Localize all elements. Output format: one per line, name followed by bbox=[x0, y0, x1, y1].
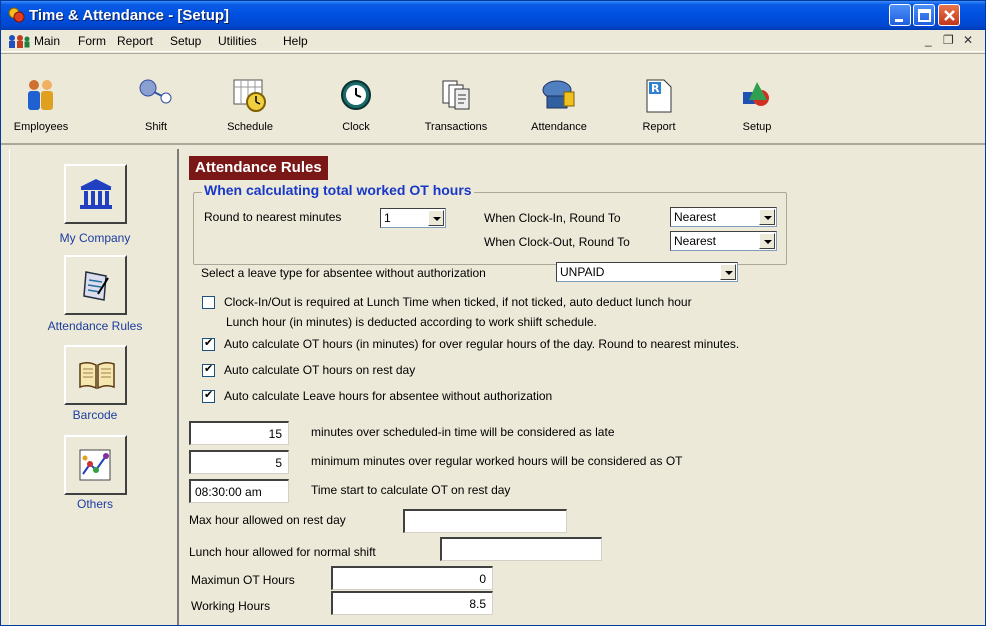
sidebar-barcode-button[interactable] bbox=[64, 345, 127, 405]
max-rest-day-input[interactable] bbox=[403, 509, 567, 533]
max-ot-hours-input[interactable]: 0 bbox=[331, 566, 493, 590]
toolbar-transactions-button[interactable]: Transactions bbox=[416, 54, 496, 142]
toolbar-transactions-label: Transactions bbox=[424, 121, 488, 133]
max-rest-day-label: Max hour allowed on rest day bbox=[189, 513, 346, 527]
chevron-down-icon[interactable] bbox=[720, 264, 736, 280]
ot-start-time-label: Time start to calculate OT on rest day bbox=[311, 483, 511, 497]
lunch-hour-input[interactable] bbox=[440, 537, 602, 561]
chevron-down-icon[interactable] bbox=[759, 233, 775, 249]
sidebar-item-others[interactable]: Others bbox=[10, 497, 180, 511]
working-hours-input[interactable]: 8.5 bbox=[331, 591, 493, 615]
book-icon bbox=[79, 361, 115, 390]
round-minutes-select[interactable]: 1 bbox=[380, 208, 446, 228]
transactions-icon bbox=[442, 80, 470, 110]
ot-rounding-group: When calculating total worked OT hours R… bbox=[193, 182, 787, 265]
page-title: Attendance Rules bbox=[189, 156, 328, 180]
menu-form[interactable]: Form bbox=[78, 34, 106, 48]
employees-icon bbox=[28, 80, 53, 110]
clock-out-round-label: When Clock-Out, Round To bbox=[484, 235, 630, 249]
menu-utilities[interactable]: Utilities bbox=[218, 34, 257, 48]
toolbar-attendance-button[interactable]: Attendance bbox=[519, 54, 599, 142]
setup-sidebar: My Company Attendance Rules Barcode Othe… bbox=[9, 149, 179, 625]
menu-help[interactable]: Help bbox=[283, 34, 308, 48]
sidebar-attendance-rules-button[interactable] bbox=[64, 255, 127, 315]
app-window: Time & Attendance - [Setup] Main Form Re… bbox=[0, 0, 986, 626]
toolbar-employees-label: Employees bbox=[13, 121, 69, 133]
auto-ot-label: Auto calculate OT hours (in minutes) for… bbox=[224, 337, 740, 351]
ot-group-title: When calculating total worked OT hours bbox=[202, 182, 474, 198]
maximize-button[interactable] bbox=[913, 4, 935, 26]
mdi-close-icon[interactable]: ✕ bbox=[963, 33, 973, 47]
clock-in-round-label: When Clock-In, Round To bbox=[484, 211, 621, 225]
toolbar-clock-label: Clock bbox=[342, 121, 370, 133]
app-icon bbox=[8, 7, 25, 23]
lunch-clock-sublabel: Lunch hour (in minutes) is deducted acco… bbox=[226, 315, 597, 329]
round-minutes-label: Round to nearest minutes bbox=[204, 210, 342, 224]
attendance-rules-panel: Attendance Rules When calculating total … bbox=[181, 149, 985, 625]
chevron-down-icon[interactable] bbox=[759, 209, 775, 225]
toolbar-attendance-label: Attendance bbox=[531, 121, 587, 133]
menu-main[interactable]: Main bbox=[34, 34, 60, 48]
toolbar-report-button[interactable]: R Report bbox=[619, 54, 699, 142]
lunch-clock-label: Clock-In/Out is required at Lunch Time w… bbox=[224, 295, 692, 309]
sidebar-my-company-button[interactable] bbox=[64, 164, 127, 224]
toolbar-setup-label: Setup bbox=[742, 121, 772, 133]
report-icon: R bbox=[646, 79, 672, 113]
toolbar-shift-label: Shift bbox=[144, 121, 167, 133]
ot-start-time-input[interactable]: 08:30:00 am bbox=[189, 479, 289, 503]
maximize-icon bbox=[918, 9, 931, 22]
close-icon bbox=[944, 10, 955, 21]
leave-type-label: Select a leave type for absentee without… bbox=[201, 266, 486, 280]
sidebar-item-barcode[interactable]: Barcode bbox=[10, 408, 180, 422]
schedule-icon bbox=[233, 79, 266, 112]
svg-text:R: R bbox=[651, 82, 660, 95]
toolbar-clock-button[interactable]: Clock bbox=[316, 54, 396, 142]
menu-setup[interactable]: Setup bbox=[170, 34, 201, 48]
toolbar-schedule-button[interactable]: Schedule bbox=[210, 54, 290, 142]
setup-icon bbox=[743, 82, 769, 106]
late-minutes-input[interactable]: 15 bbox=[189, 421, 289, 445]
minimize-icon bbox=[895, 19, 903, 22]
toolbar-employees-button[interactable]: Employees bbox=[1, 54, 81, 142]
sidebar-item-my-company[interactable]: My Company bbox=[10, 231, 180, 245]
shift-icon bbox=[139, 79, 172, 104]
clock-in-round-select[interactable]: Nearest bbox=[670, 207, 777, 227]
chevron-down-icon[interactable] bbox=[428, 210, 444, 226]
auto-ot-rest-day-checkbox[interactable] bbox=[202, 362, 215, 377]
menu-report[interactable]: Report bbox=[117, 34, 153, 48]
sidebar-others-button[interactable] bbox=[64, 435, 127, 495]
building-icon bbox=[80, 179, 112, 209]
working-hours-label: Working Hours bbox=[191, 599, 271, 613]
clock-icon bbox=[341, 80, 371, 110]
menu-bar: Main Form Report Setup Utilities Help _ … bbox=[1, 30, 985, 52]
minimize-button[interactable] bbox=[889, 4, 911, 26]
clock-out-round-select[interactable]: Nearest bbox=[670, 231, 777, 251]
toolbar-setup-button[interactable]: Setup bbox=[717, 54, 797, 142]
mdi-minimize-icon[interactable]: _ bbox=[925, 33, 932, 47]
mdi-restore-icon[interactable]: ❐ bbox=[943, 33, 954, 47]
ot-min-minutes-label: minimum minutes over regular worked hour… bbox=[311, 454, 683, 468]
toolbar: Employees Shift Schedule Clock Transacti… bbox=[1, 53, 985, 145]
lunch-clock-checkbox[interactable] bbox=[202, 296, 215, 309]
lunch-hour-label: Lunch hour allowed for normal shift bbox=[189, 545, 376, 559]
auto-ot-checkbox[interactable] bbox=[202, 336, 215, 351]
auto-leave-checkbox[interactable] bbox=[202, 388, 215, 403]
close-button[interactable] bbox=[938, 4, 960, 26]
late-minutes-label: minutes over scheduled-in time will be c… bbox=[311, 425, 615, 439]
others-chart-icon bbox=[79, 449, 111, 481]
toolbar-report-label: Report bbox=[642, 121, 676, 133]
mdi-child-icon[interactable] bbox=[7, 33, 31, 49]
attendance-icon bbox=[542, 80, 575, 109]
max-ot-hours-label: Maximun OT Hours bbox=[191, 573, 295, 587]
window-title: Time & Attendance - [Setup] bbox=[29, 7, 230, 24]
sidebar-item-attendance-rules[interactable]: Attendance Rules bbox=[10, 319, 180, 333]
toolbar-schedule-label: Schedule bbox=[227, 121, 273, 133]
attendance-rules-icon bbox=[83, 271, 109, 301]
title-bar[interactable]: Time & Attendance - [Setup] bbox=[1, 1, 985, 30]
toolbar-shift-button[interactable]: Shift bbox=[116, 54, 196, 142]
auto-leave-label: Auto calculate Leave hours for absentee … bbox=[224, 389, 553, 403]
leave-type-select[interactable]: UNPAID bbox=[556, 262, 738, 282]
auto-ot-rest-day-label: Auto calculate OT hours on rest day bbox=[224, 363, 416, 377]
ot-min-minutes-input[interactable]: 5 bbox=[189, 450, 289, 474]
